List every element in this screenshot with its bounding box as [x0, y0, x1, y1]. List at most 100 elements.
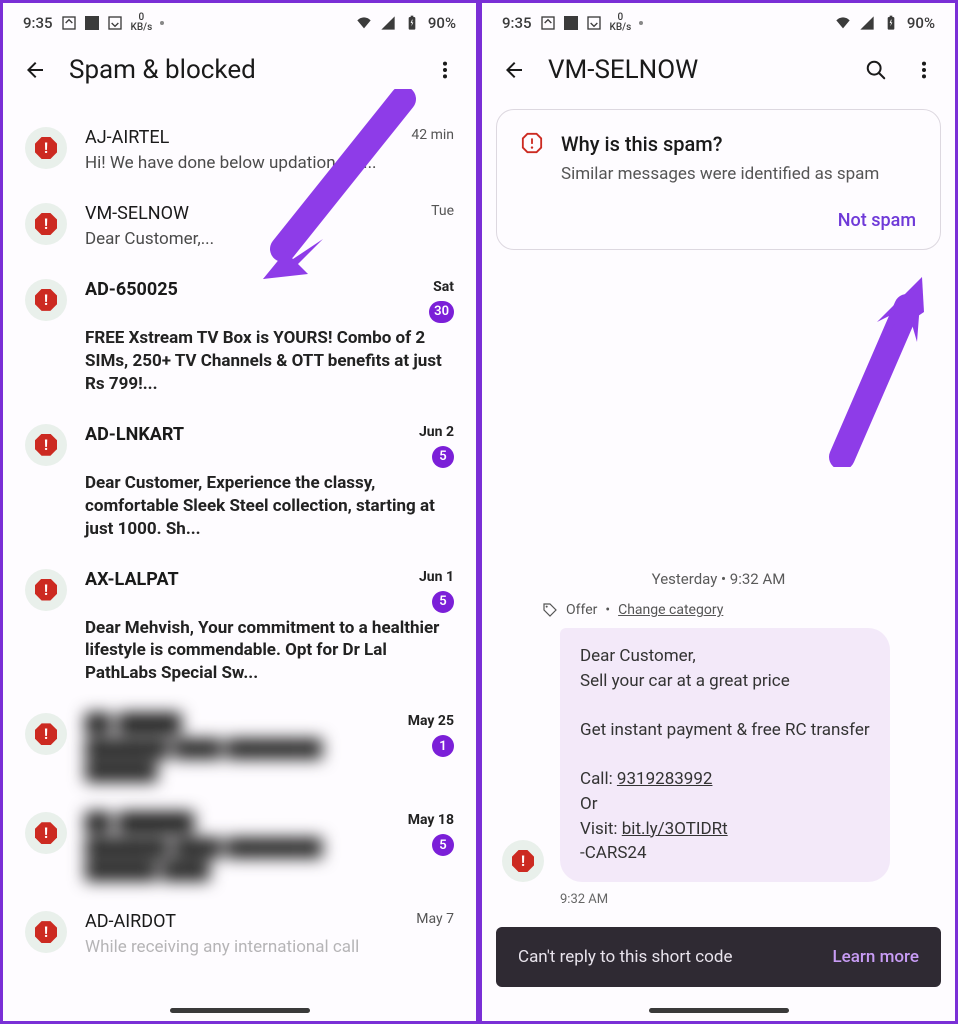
sender: ██-█████ [85, 713, 181, 734]
spam-avatar: ! [25, 127, 67, 169]
list-item-blurred[interactable]: ! ██-██████ ███████ ████ ████████ ██████… [3, 798, 476, 897]
status-icon-2 [586, 15, 602, 31]
battery-icon [404, 15, 420, 31]
battery-icon [883, 15, 899, 31]
spam-avatar: ! [25, 424, 67, 466]
status-dot [639, 21, 643, 25]
search-icon[interactable] [865, 59, 887, 81]
message-list[interactable]: ! AJ-AIRTEL 42 min Hi! We have done belo… [3, 103, 476, 1021]
item-time: 42 min [411, 127, 454, 143]
status-net-speed: 0KB/s [610, 13, 632, 33]
preview: ███████ ████ ████████ ██████ ████ [85, 837, 390, 883]
page-title: Spam & blocked [69, 55, 412, 85]
signal-icon [859, 15, 875, 31]
preview: ███████ ████ ████████ ██████ [85, 738, 390, 784]
preview: Dear Mehvish, Your commitment to a healt… [85, 617, 454, 686]
item-time: Jun 2 [419, 424, 454, 440]
unread-badge: 1 [432, 735, 454, 757]
unread-badge: 30 [429, 301, 454, 323]
preview: While receiving any international call [85, 936, 454, 959]
spam-octagon-icon: ! [35, 213, 57, 235]
preview: Hi! We have done below updation on ... [85, 152, 454, 175]
item-time: Sat [433, 279, 454, 295]
sender-avatar[interactable]: ! [502, 840, 544, 882]
back-arrow-icon[interactable] [23, 58, 47, 82]
category-row: Offer • Change category [482, 600, 955, 628]
spam-avatar: ! [25, 279, 67, 321]
spam-octagon-icon: ! [35, 723, 57, 745]
more-vert-icon[interactable] [913, 59, 935, 81]
not-spam-button[interactable]: Not spam [838, 210, 916, 231]
spam-avatar: ! [25, 203, 67, 245]
phone-conversation: 9:35 0KB/s 90% VM-SELNOW [479, 0, 958, 1024]
sender: AJ-AIRTEL [85, 127, 169, 148]
spam-octagon-icon: ! [35, 289, 57, 311]
preview: Dear Customer,... [85, 228, 454, 251]
battery-percent: 90% [907, 14, 935, 32]
spam-card-title: Why is this spam? [561, 132, 916, 156]
status-icon-1 [61, 15, 77, 31]
status-net-speed: 0KB/s [131, 13, 153, 33]
wifi-icon [835, 15, 851, 31]
learn-more-link[interactable]: Learn more [832, 947, 919, 967]
spam-avatar: ! [25, 713, 67, 755]
conversation-title[interactable]: VM-SELNOW [548, 55, 843, 85]
list-item[interactable]: ! AD-LNKART Jun 25 Dear Customer, Experi… [3, 410, 476, 555]
tag-icon [542, 602, 558, 618]
list-item[interactable]: ! AJ-AIRTEL 42 min Hi! We have done belo… [3, 113, 476, 189]
nav-pill[interactable] [649, 1008, 789, 1013]
bubble-time: 9:32 AM [482, 888, 955, 907]
sender: AX-LALPAT [85, 569, 179, 590]
status-bar: 9:35 0KB/s 90% [482, 3, 955, 37]
item-time: Tue [431, 203, 454, 219]
list-item[interactable]: ! AD-650025 Sat 30 FREE Xstream TV Box is… [3, 265, 476, 410]
wifi-icon [356, 15, 372, 31]
sender: AD-AIRDOT [85, 911, 176, 932]
list-item[interactable]: ! AD-AIRDOT May 7 While receiving any in… [3, 897, 476, 973]
unread-badge: 5 [432, 591, 454, 613]
sender: AD-LNKART [85, 424, 184, 445]
message-timestamp: Yesterday • 9:32 AM [482, 570, 955, 588]
message-row: ! Dear Customer, Sell your car at a grea… [482, 628, 955, 888]
spam-octagon-icon: ! [512, 850, 534, 872]
app-bar: VM-SELNOW [482, 37, 955, 103]
spam-card-desc: Similar messages were identified as spam [561, 164, 916, 184]
sender: VM-SELNOW [85, 203, 189, 224]
status-dot [160, 21, 164, 25]
item-time: May 18 [408, 812, 454, 828]
conversation-area[interactable]: Yesterday • 9:32 AM Offer • Change categ… [482, 256, 955, 917]
phone-link[interactable]: 9319283992 [617, 769, 713, 789]
spam-avatar: ! [25, 812, 67, 854]
back-arrow-icon[interactable] [502, 58, 526, 82]
status-bar: 9:35 0KB/s 90% [3, 3, 476, 37]
spam-octagon-icon: ! [35, 137, 57, 159]
spam-octagon-icon: ! [35, 434, 57, 456]
status-icon-1 [540, 15, 556, 31]
spam-avatar: ! [25, 569, 67, 611]
sender: ██-██████ [85, 812, 194, 833]
nav-pill[interactable] [170, 1008, 310, 1013]
list-item-blurred[interactable]: ! ██-█████ ███████ ████ ████████ ██████ … [3, 699, 476, 798]
url-link[interactable]: bit.ly/3OTIDRt [622, 819, 728, 839]
unread-badge: 5 [432, 446, 454, 468]
spam-avatar: ! [25, 911, 67, 953]
sender: AD-650025 [85, 279, 178, 300]
spam-octagon-icon: ! [35, 579, 57, 601]
spam-warning-icon [521, 132, 543, 154]
status-icon-2 [107, 15, 123, 31]
list-item[interactable]: ! AX-LALPAT Jun 15 Dear Mehvish, Your co… [3, 555, 476, 700]
banner-text: Can't reply to this short code [518, 947, 732, 967]
status-time: 9:35 [23, 14, 53, 32]
item-time: May 7 [416, 911, 454, 927]
app-bar: Spam & blocked [3, 37, 476, 103]
more-vert-icon[interactable] [434, 59, 456, 81]
preview: FREE Xstream TV Box is YOURS! Combo of 2… [85, 327, 454, 396]
signal-icon [380, 15, 396, 31]
message-bubble[interactable]: Dear Customer, Sell your car at a great … [560, 628, 890, 882]
cannot-reply-banner: Can't reply to this short code Learn mor… [496, 927, 941, 987]
change-category-link[interactable]: Change category [618, 602, 723, 618]
spam-octagon-icon: ! [35, 921, 57, 943]
status-icon-square [85, 16, 99, 30]
status-time: 9:35 [502, 14, 532, 32]
list-item[interactable]: ! VM-SELNOW Tue Dear Customer,... [3, 189, 476, 265]
